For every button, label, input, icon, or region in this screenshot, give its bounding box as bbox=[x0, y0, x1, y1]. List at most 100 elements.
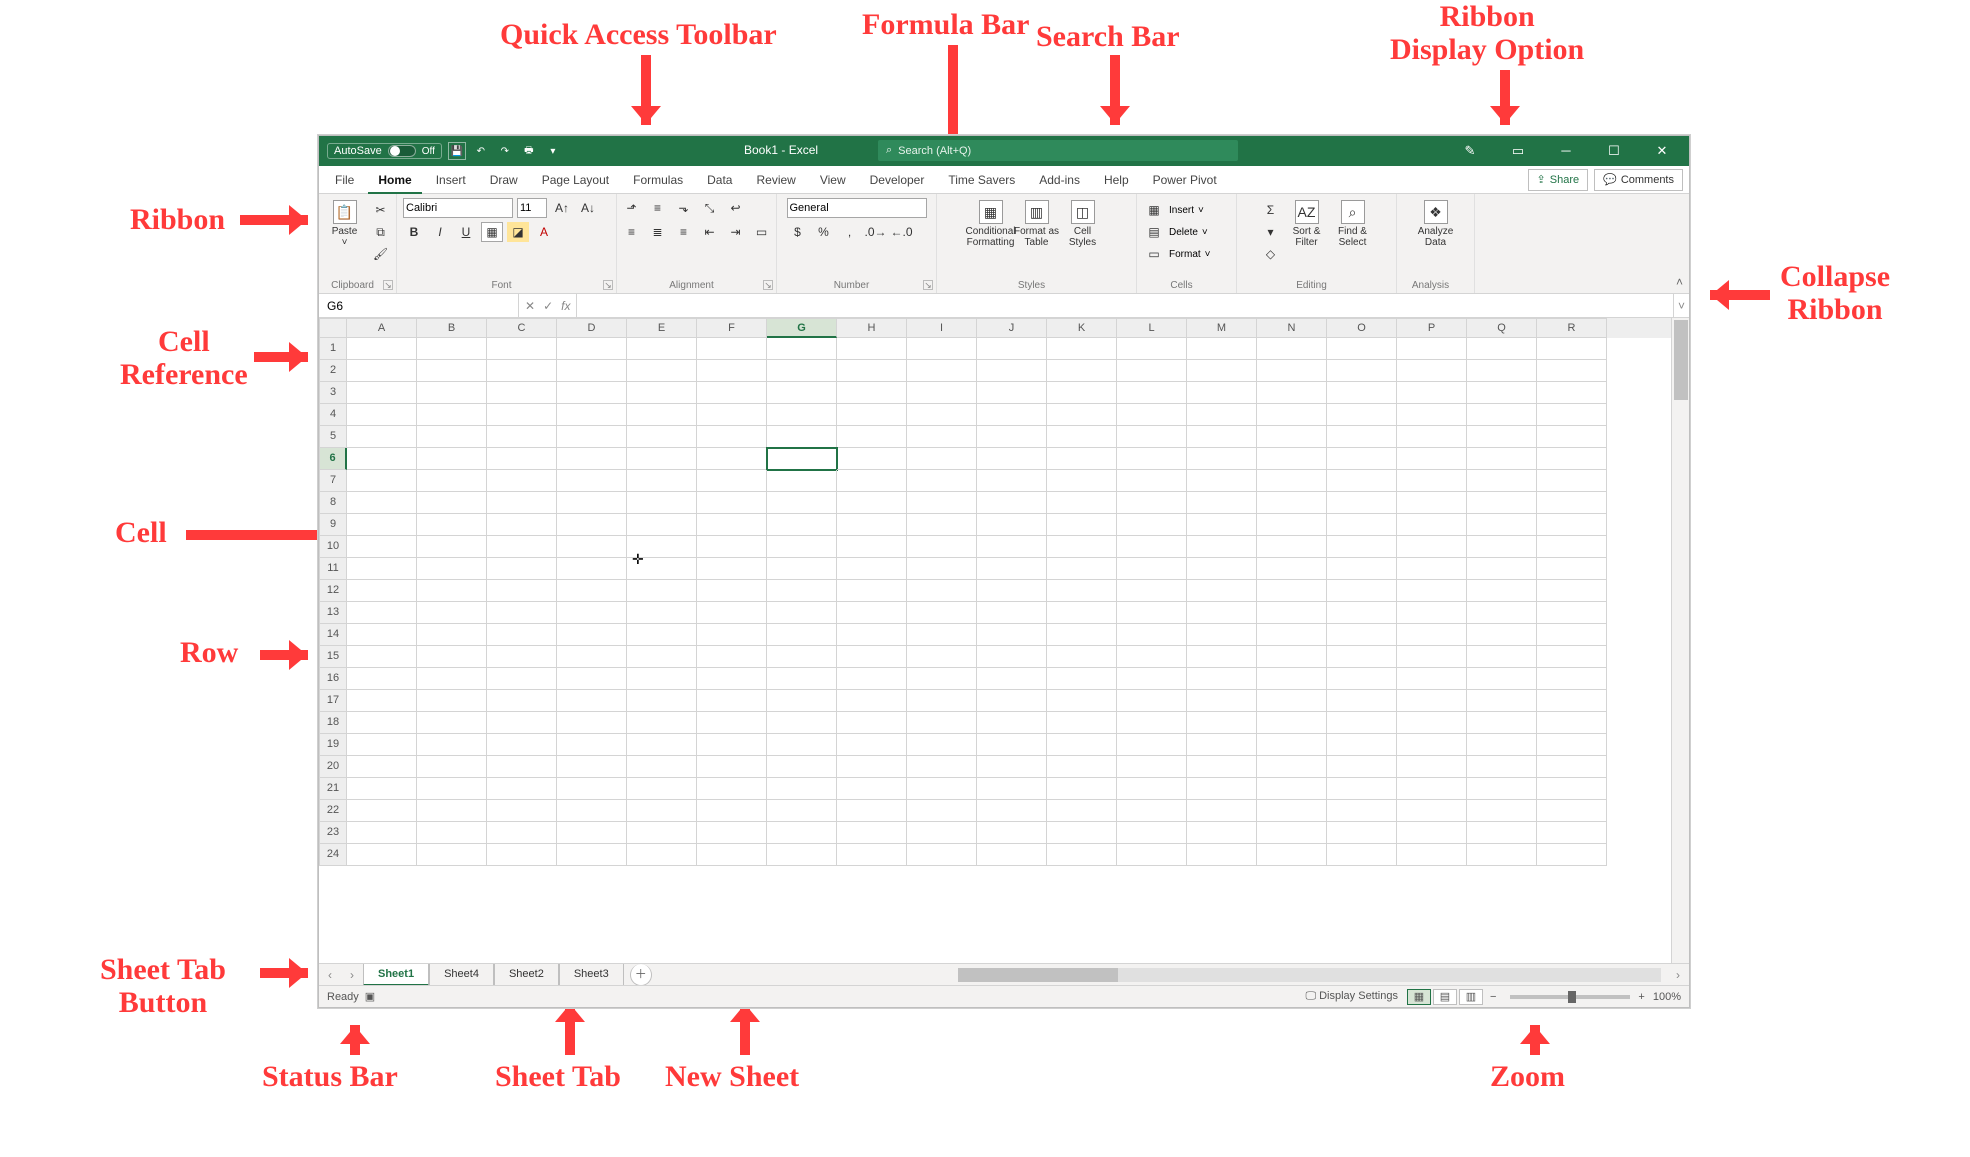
cell[interactable] bbox=[1047, 690, 1117, 712]
cell[interactable] bbox=[767, 448, 837, 470]
cell[interactable] bbox=[1467, 668, 1537, 690]
cell[interactable] bbox=[627, 734, 697, 756]
cell[interactable] bbox=[557, 822, 627, 844]
cell[interactable] bbox=[1257, 668, 1327, 690]
align-right-icon[interactable]: ≡ bbox=[673, 222, 695, 242]
cell[interactable] bbox=[557, 756, 627, 778]
cell[interactable] bbox=[1187, 822, 1257, 844]
cell[interactable] bbox=[347, 426, 417, 448]
cell[interactable] bbox=[907, 778, 977, 800]
cell[interactable] bbox=[1327, 558, 1397, 580]
column-header[interactable]: B bbox=[417, 318, 487, 338]
cancel-formula-icon[interactable]: ✕ bbox=[525, 299, 535, 313]
cell[interactable] bbox=[347, 712, 417, 734]
cell[interactable] bbox=[1117, 822, 1187, 844]
fill-color-icon[interactable]: ◪ bbox=[507, 222, 529, 242]
cell[interactable] bbox=[347, 756, 417, 778]
cell[interactable] bbox=[1537, 558, 1607, 580]
cell[interactable] bbox=[767, 624, 837, 646]
cell[interactable] bbox=[417, 558, 487, 580]
cell[interactable] bbox=[1257, 800, 1327, 822]
cell[interactable] bbox=[1467, 580, 1537, 602]
cell[interactable] bbox=[1257, 426, 1327, 448]
cell[interactable] bbox=[1187, 448, 1257, 470]
tab-draw[interactable]: Draw bbox=[480, 166, 528, 194]
cell[interactable] bbox=[1327, 778, 1397, 800]
horizontal-scrollbar[interactable] bbox=[958, 968, 1661, 982]
cell[interactable] bbox=[557, 690, 627, 712]
cell[interactable] bbox=[1467, 602, 1537, 624]
cell[interactable] bbox=[627, 778, 697, 800]
cell[interactable] bbox=[1397, 822, 1467, 844]
cell[interactable] bbox=[697, 822, 767, 844]
cell[interactable] bbox=[907, 800, 977, 822]
cell[interactable] bbox=[1187, 404, 1257, 426]
qat-printer-icon[interactable]: 🖶 bbox=[520, 142, 538, 160]
row-header[interactable]: 1 bbox=[319, 338, 347, 360]
cell[interactable] bbox=[627, 624, 697, 646]
tab-add-ins[interactable]: Add-ins bbox=[1029, 166, 1090, 194]
cell[interactable] bbox=[557, 514, 627, 536]
cell[interactable] bbox=[347, 646, 417, 668]
column-header[interactable]: D bbox=[557, 318, 627, 338]
cell[interactable] bbox=[487, 426, 557, 448]
cell[interactable] bbox=[1327, 404, 1397, 426]
cell[interactable] bbox=[557, 778, 627, 800]
cell[interactable] bbox=[1537, 448, 1607, 470]
cell[interactable] bbox=[837, 536, 907, 558]
cell[interactable] bbox=[837, 822, 907, 844]
column-header[interactable]: R bbox=[1537, 318, 1607, 338]
cell[interactable] bbox=[1257, 558, 1327, 580]
cell[interactable] bbox=[837, 492, 907, 514]
column-header[interactable]: L bbox=[1117, 318, 1187, 338]
cell[interactable] bbox=[487, 602, 557, 624]
cell[interactable] bbox=[487, 646, 557, 668]
cell[interactable] bbox=[487, 800, 557, 822]
cell[interactable] bbox=[627, 756, 697, 778]
cell[interactable] bbox=[557, 712, 627, 734]
row-header[interactable]: 22 bbox=[319, 800, 347, 822]
cell[interactable] bbox=[837, 844, 907, 866]
cell[interactable] bbox=[1467, 492, 1537, 514]
cell[interactable] bbox=[1397, 844, 1467, 866]
cell[interactable] bbox=[1467, 536, 1537, 558]
scroll-right-icon[interactable]: › bbox=[1667, 964, 1689, 986]
fill-icon[interactable]: ▾ bbox=[1260, 222, 1282, 242]
cell[interactable] bbox=[1117, 602, 1187, 624]
cell[interactable] bbox=[837, 404, 907, 426]
cell[interactable] bbox=[767, 492, 837, 514]
row-header[interactable]: 8 bbox=[319, 492, 347, 514]
cell[interactable] bbox=[977, 778, 1047, 800]
cell[interactable] bbox=[837, 580, 907, 602]
cell[interactable] bbox=[557, 624, 627, 646]
tab-power-pivot[interactable]: Power Pivot bbox=[1143, 166, 1227, 194]
cell[interactable] bbox=[1047, 470, 1117, 492]
cell[interactable] bbox=[487, 338, 557, 360]
cell[interactable] bbox=[417, 470, 487, 492]
format-painter-icon[interactable]: 🖌 bbox=[370, 244, 392, 264]
cell[interactable] bbox=[1047, 624, 1117, 646]
column-header[interactable]: H bbox=[837, 318, 907, 338]
cell[interactable] bbox=[1327, 756, 1397, 778]
cell[interactable] bbox=[1327, 844, 1397, 866]
cell[interactable] bbox=[977, 426, 1047, 448]
cell[interactable] bbox=[767, 360, 837, 382]
cell[interactable] bbox=[347, 338, 417, 360]
cell[interactable] bbox=[1047, 404, 1117, 426]
cell[interactable] bbox=[1047, 360, 1117, 382]
share-button[interactable]: ⇪ Share bbox=[1528, 169, 1589, 191]
percent-icon[interactable]: % bbox=[813, 222, 835, 242]
cell[interactable] bbox=[977, 712, 1047, 734]
cell[interactable] bbox=[767, 580, 837, 602]
align-middle-icon[interactable]: ≡ bbox=[647, 198, 669, 218]
cell[interactable] bbox=[627, 470, 697, 492]
cell[interactable] bbox=[1327, 668, 1397, 690]
cell[interactable] bbox=[557, 492, 627, 514]
cell[interactable] bbox=[907, 470, 977, 492]
cell[interactable] bbox=[487, 778, 557, 800]
cell[interactable] bbox=[767, 470, 837, 492]
maximize-button[interactable]: ☐ bbox=[1597, 140, 1631, 162]
cell[interactable] bbox=[907, 426, 977, 448]
cell[interactable] bbox=[1327, 602, 1397, 624]
cell[interactable] bbox=[1047, 536, 1117, 558]
